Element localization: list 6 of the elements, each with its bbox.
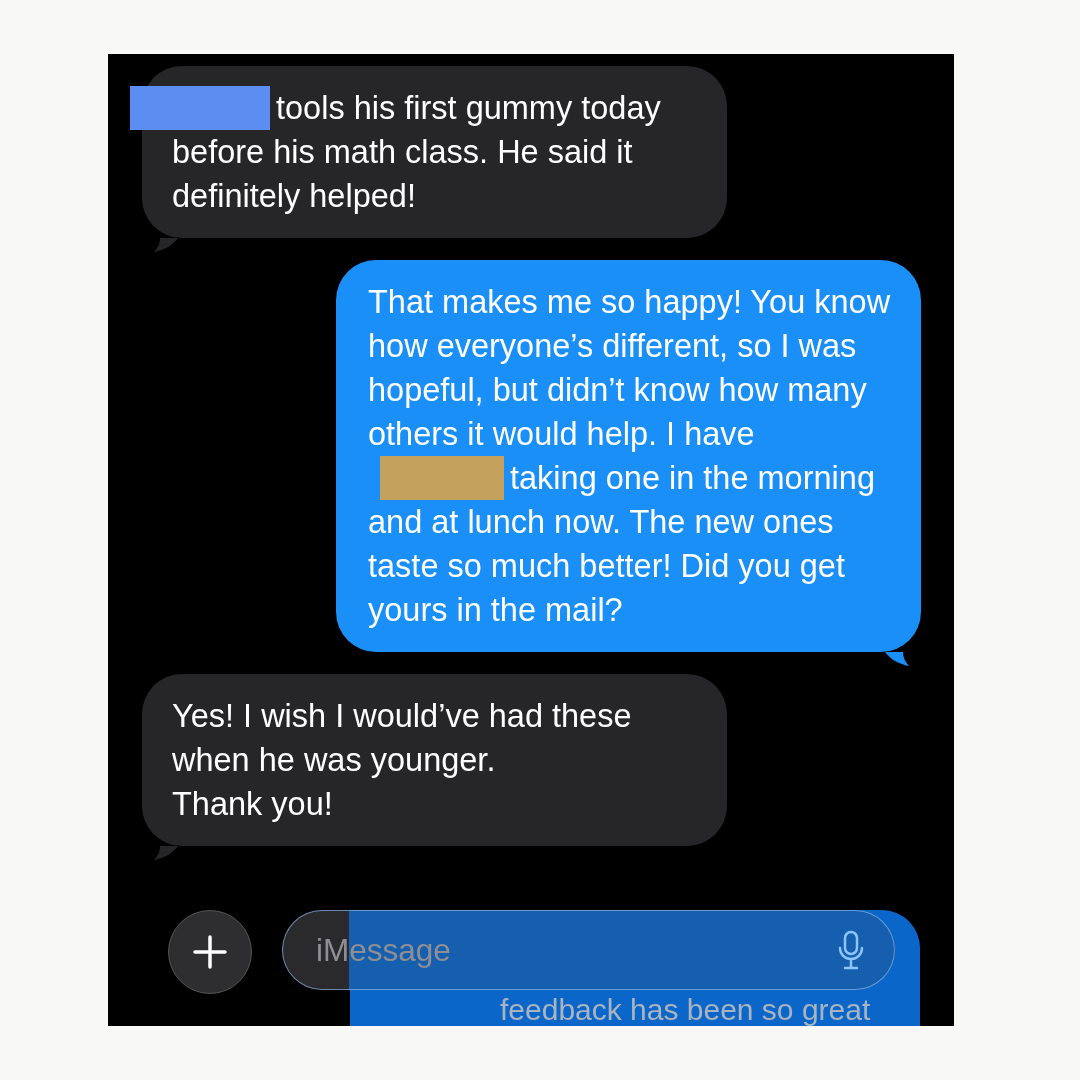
message-text: taking one in the morning and at lunch now. The new ones taste so much better! Did you get yours in the mail? bbox=[368, 460, 875, 628]
plus-icon bbox=[193, 935, 227, 969]
microphone-icon[interactable] bbox=[838, 930, 864, 970]
message-text: Yes! I wish I would’ve had these when he was younger. Thank you! bbox=[172, 698, 632, 822]
message-text: tools his first gummy today before his math class. He said it definitely helped! bbox=[172, 90, 661, 214]
message-text: feedback has been so great bbox=[500, 994, 871, 1026]
